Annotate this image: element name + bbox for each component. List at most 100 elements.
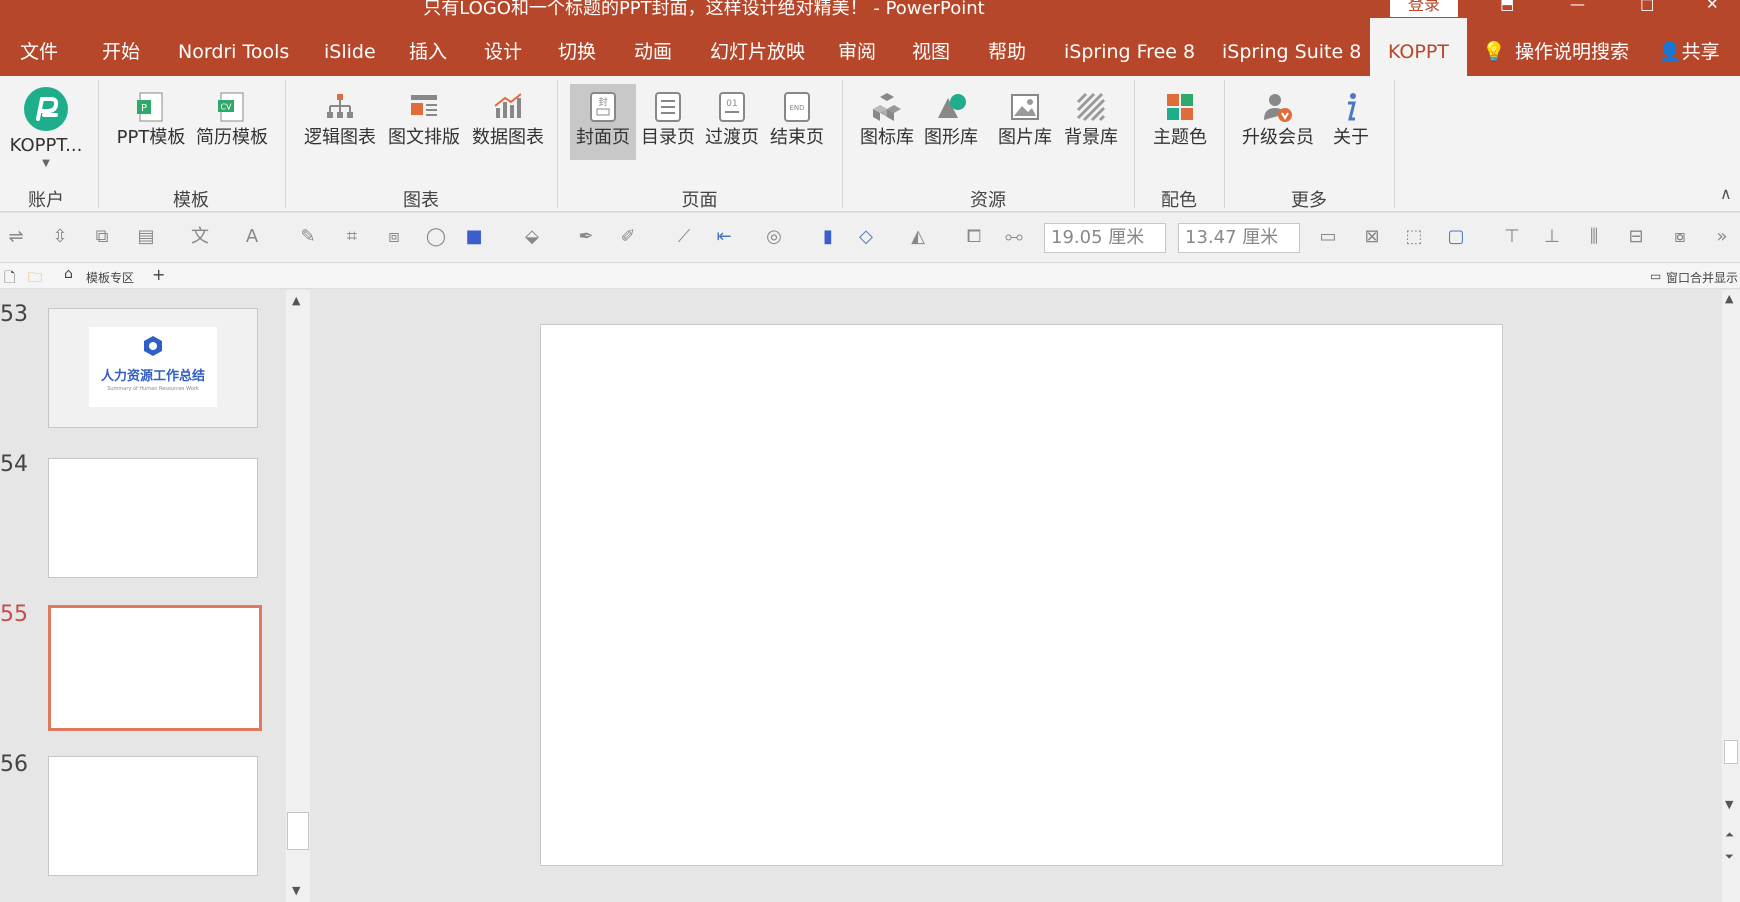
paint-bucket-icon[interactable]: ⬙ <box>520 225 544 249</box>
minimize-icon[interactable]: — <box>1570 0 1585 13</box>
fill-color-icon[interactable]: ■ <box>462 225 486 249</box>
align-icon[interactable]: ⇌ <box>4 225 28 249</box>
tab-slideshow[interactable]: 幻灯片放映 <box>710 18 805 76</box>
previous-slide-icon[interactable]: ⏶ <box>1725 828 1734 842</box>
scroll-down-icon[interactable]: ▼ <box>1725 798 1733 811</box>
select-icon[interactable]: ⬚ <box>1402 225 1426 249</box>
add-tab-icon[interactable]: + <box>152 265 165 284</box>
send-back-icon[interactable]: ⧟ <box>1002 225 1026 249</box>
align-top-icon[interactable]: ⊤ <box>1500 225 1524 249</box>
delete-box-icon[interactable]: ⊠ <box>1360 225 1384 249</box>
text-direction-icon[interactable]: 文 <box>186 225 214 249</box>
toc-page-button[interactable]: 目录页 <box>638 84 698 160</box>
align-left-icon[interactable]: ⇤ <box>712 225 736 249</box>
about-label: 关于 <box>1333 127 1369 148</box>
shape-union-icon[interactable]: ◇ <box>854 225 878 249</box>
tab-home[interactable]: 开始 <box>102 18 140 76</box>
end-page-button[interactable]: END 结束页 <box>766 84 828 160</box>
thumbnail-scrollbar[interactable]: ▲ ▼ <box>286 290 310 902</box>
cover-page-button[interactable]: 封 封面页 <box>570 84 636 160</box>
tab-help[interactable]: 帮助 <box>988 18 1026 76</box>
tab-islide[interactable]: iSlide <box>324 18 376 76</box>
tab-insert[interactable]: 插入 <box>409 18 447 76</box>
shape-library-button[interactable]: 图形库 <box>920 84 982 160</box>
tab-animations[interactable]: 动画 <box>634 18 672 76</box>
slide-thumbnail-53[interactable]: 人力资源工作总结 Summary of Human Resources Work <box>48 308 258 428</box>
ribbon-tabs: 文件 开始 Nordri Tools iSlide 插入 设计 切换 动画 幻灯… <box>0 18 1740 76</box>
align-bottom-icon[interactable]: ⊥ <box>1540 225 1564 249</box>
scroll-thumb[interactable] <box>1724 740 1738 764</box>
ribbon-display-icon[interactable]: ⬒ <box>1500 0 1514 13</box>
shape-circle-icon[interactable]: ◯ <box>424 225 448 249</box>
login-button[interactable]: 登录 <box>1390 0 1458 17</box>
template-zone-tab[interactable]: 模板专区 <box>86 269 134 286</box>
chart-icon[interactable]: ▮ <box>816 225 840 249</box>
tab-koppt[interactable]: KOPPT <box>1370 18 1467 76</box>
tab-ispring-free[interactable]: iSpring Free 8 <box>1064 18 1195 76</box>
background-library-button[interactable]: 背景库 <box>1060 84 1122 160</box>
font-icon[interactable]: A <box>240 225 264 249</box>
slide-thumbnail-56[interactable] <box>48 756 258 876</box>
koppt-account-button[interactable]: KOPPT... ▼ <box>6 84 86 169</box>
height-field[interactable]: 13.47 厘米 <box>1178 223 1300 253</box>
image-replace-icon[interactable]: ⧈ <box>382 225 406 249</box>
more-tools-icon[interactable]: » <box>1710 225 1734 249</box>
current-slide[interactable] <box>540 324 1503 866</box>
editor-scrollbar[interactable]: ▲ ▼ ⏶ ⏷ <box>1722 290 1740 902</box>
frame-icon[interactable]: ▢ <box>1444 225 1468 249</box>
image-library-button[interactable]: 图片库 <box>994 84 1056 160</box>
tab-ispring-suite[interactable]: iSpring Suite 8 <box>1222 18 1361 76</box>
theme-color-button[interactable]: 主题色 <box>1148 84 1212 160</box>
maximize-icon[interactable]: □ <box>1640 0 1654 13</box>
ppt-template-button[interactable]: P PPT模板 <box>114 84 188 160</box>
slide-thumbnail-pane: 53 人力资源工作总结 Summary of Human Resources W… <box>0 290 286 902</box>
slide-thumbnail-54[interactable] <box>48 458 258 578</box>
eyedropper-icon[interactable]: ✎ <box>296 225 320 249</box>
data-chart-button[interactable]: 数据图表 <box>468 84 548 160</box>
align-center-icon[interactable]: ⫼ <box>1582 225 1606 249</box>
scroll-up-icon[interactable]: ▲ <box>292 294 300 307</box>
bring-front-icon[interactable]: ⧠ <box>962 225 986 249</box>
end-badge: END <box>789 104 804 112</box>
next-slide-icon[interactable]: ⏷ <box>1725 850 1734 864</box>
transition-page-button[interactable]: 01 过渡页 <box>702 84 762 160</box>
pipette-icon[interactable]: ⟋ <box>672 225 696 249</box>
tab-view[interactable]: 视图 <box>912 18 950 76</box>
logic-chart-button[interactable]: 逻辑图表 <box>300 84 380 160</box>
tab-nordri-tools[interactable]: Nordri Tools <box>178 18 289 76</box>
flip-icon[interactable]: ◭ <box>906 225 930 249</box>
group-icon[interactable]: ⧉ <box>90 225 114 249</box>
hexagon-logo-icon <box>144 336 162 356</box>
scroll-down-icon[interactable]: ▼ <box>292 884 300 897</box>
about-button[interactable]: 关于 <box>1322 84 1380 160</box>
tab-review[interactable]: 审阅 <box>838 18 876 76</box>
tab-file[interactable]: 文件 <box>20 18 58 76</box>
resume-template-button[interactable]: CV 简历模板 <box>192 84 272 160</box>
tell-me-search[interactable]: 操作说明搜索 <box>1515 18 1629 76</box>
text-layout-button[interactable]: 图文排版 <box>384 84 464 160</box>
close-icon[interactable]: ✕ <box>1706 0 1719 13</box>
outline-color-icon[interactable]: ✐ <box>616 225 640 249</box>
share-button[interactable]: 👤共享 <box>1658 18 1720 76</box>
crop-icon[interactable]: ⌗ <box>340 225 364 249</box>
slide-size-icon[interactable]: ▭ <box>1316 225 1340 249</box>
merge-shapes-icon[interactable]: ◎ <box>762 225 786 249</box>
scroll-up-icon[interactable]: ▲ <box>1725 292 1733 305</box>
folder-icon[interactable]: 🗀 <box>28 267 42 291</box>
icon-library-button[interactable]: 图标库 <box>856 84 918 160</box>
tab-design[interactable]: 设计 <box>484 18 522 76</box>
slide-thumbnail-55[interactable] <box>48 605 262 731</box>
color-picker-icon[interactable]: ✒ <box>574 225 598 249</box>
distribute-icon[interactable]: ⇳ <box>48 225 72 249</box>
width-field[interactable]: 19.05 厘米 <box>1044 223 1166 253</box>
tab-transitions[interactable]: 切换 <box>558 18 596 76</box>
text-box-icon[interactable]: ▤ <box>132 225 160 249</box>
resume-template-label: 简历模板 <box>196 127 268 148</box>
scroll-thumb[interactable] <box>287 812 309 850</box>
align-middle-icon[interactable]: ⊟ <box>1624 225 1648 249</box>
collapse-ribbon-icon[interactable]: ∧ <box>1720 184 1732 203</box>
new-file-icon[interactable]: 🗋 <box>4 267 15 291</box>
merge-windows-button[interactable]: 窗口合并显示 <box>1666 269 1738 286</box>
upgrade-member-button[interactable]: 升级会员 <box>1238 84 1318 160</box>
image-tools-icon[interactable]: ⧇ <box>1668 225 1692 249</box>
